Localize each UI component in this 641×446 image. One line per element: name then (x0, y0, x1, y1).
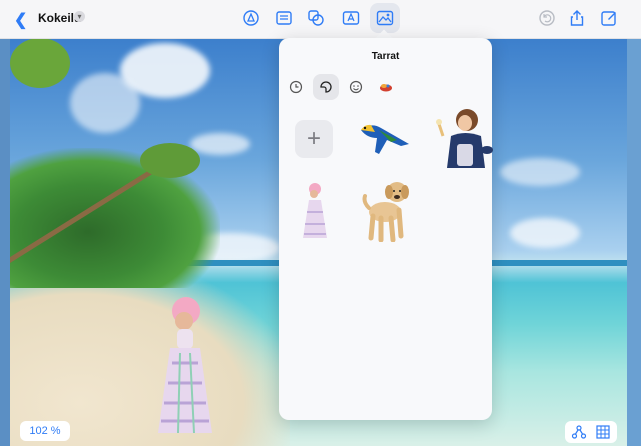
undo-icon[interactable] (538, 9, 556, 27)
shapes-icon[interactable] (307, 9, 325, 27)
chevron-down-icon[interactable]: ▾ (74, 11, 85, 22)
grid-view-icon[interactable] (595, 424, 611, 440)
window-edge-left (0, 0, 10, 446)
text-field-icon[interactable] (342, 9, 360, 27)
photo-sticker-icon[interactable] (376, 9, 394, 27)
bottom-right-toolbar (565, 421, 617, 443)
child-with-ice-cream-sticker[interactable] (431, 106, 497, 170)
chevron-left-icon[interactable]: ❮ (14, 10, 27, 30)
parrot-sticker[interactable] (357, 120, 413, 156)
window-edge-right (627, 0, 641, 446)
text-box-icon[interactable] (275, 9, 293, 27)
share-icon[interactable] (568, 9, 586, 27)
tree-diagram-icon[interactable] (571, 424, 587, 440)
top-toolbar: ❮ Kokeilu ▾ (0, 0, 641, 39)
girl-sticker-on-canvas[interactable] (150, 293, 220, 443)
sticker-popover: Tarrat + (279, 38, 493, 420)
edit-icon[interactable] (600, 9, 618, 27)
recent-clock-icon[interactable] (283, 74, 309, 100)
zoom-level-button[interactable]: 102 % (20, 421, 70, 441)
plus-icon: + (306, 125, 321, 152)
popover-title: Tarrat (371, 51, 400, 62)
pen-tip-icon[interactable] (242, 9, 260, 27)
girl-in-dress-sticker[interactable] (301, 182, 329, 240)
puppy-sticker[interactable] (361, 180, 413, 242)
apps-sticker-icon[interactable] (373, 74, 399, 100)
sticker-peel-icon[interactable] (313, 74, 339, 100)
add-sticker-button[interactable]: + (295, 120, 333, 158)
emoji-smiley-icon[interactable] (343, 74, 369, 100)
